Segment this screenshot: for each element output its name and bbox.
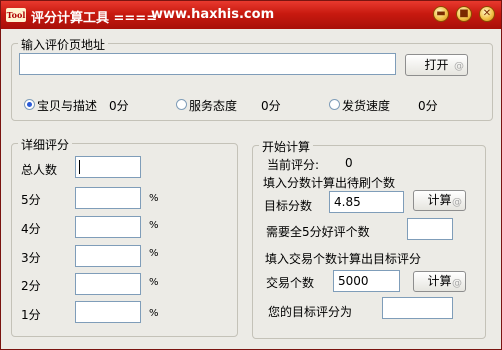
- score5-input[interactable]: [75, 187, 141, 209]
- calc-button-2[interactable]: 计算 @: [413, 271, 466, 292]
- current-score-value: 0: [345, 156, 353, 170]
- radio-service[interactable]: [176, 99, 187, 110]
- radio-label-service[interactable]: 服务态度: [189, 97, 237, 114]
- score2-label: 2分: [21, 279, 41, 293]
- radio-label-desc[interactable]: 宝贝与描述: [37, 97, 97, 114]
- target-score-label: 目标分数: [264, 199, 313, 213]
- swirl-icon: @: [454, 61, 464, 72]
- url-group-legend: 输入评价页地址: [18, 36, 109, 53]
- score2-unit: %: [149, 277, 159, 288]
- text-caret: [79, 160, 80, 174]
- trade-count-input[interactable]: 5000: [333, 270, 400, 292]
- score5-unit: %: [149, 193, 159, 204]
- radio-item-desc[interactable]: [24, 99, 35, 110]
- score2-input[interactable]: [75, 273, 141, 295]
- score3-label: 3分: [21, 251, 41, 265]
- url-input[interactable]: [19, 53, 396, 75]
- score4-label: 4分: [21, 222, 41, 236]
- section1-title: 填入分数计算出待刷个数: [263, 176, 396, 190]
- total-input[interactable]: [75, 156, 141, 178]
- calc-button-1-label: 计算: [427, 193, 452, 207]
- minimize-button[interactable]: ▬: [433, 6, 449, 22]
- radio-shipping[interactable]: [329, 99, 340, 110]
- swirl-icon: @: [452, 278, 462, 289]
- rating-value-shipping: 0分: [418, 99, 438, 113]
- score1-unit: %: [149, 308, 159, 319]
- app-icon: Tool: [6, 8, 26, 22]
- swirl-icon: @: [452, 197, 462, 208]
- section2-title: 填入交易个数计算出目标评分: [265, 252, 422, 266]
- score4-unit: %: [149, 220, 159, 231]
- app-window: Tool 评分计算工具 ==== www.haxhis.com ▬ ■ ✕ 输入…: [0, 0, 502, 350]
- close-button[interactable]: ✕: [479, 6, 495, 22]
- total-label: 总人数: [21, 163, 58, 177]
- result-score-label: 您的目标评分为: [268, 305, 353, 319]
- need-count-label: 需要全5分好评个数: [266, 225, 370, 239]
- current-score-label: 当前评分:: [267, 158, 320, 172]
- title-bar[interactable]: Tool 评分计算工具 ==== www.haxhis.com ▬ ■ ✕: [1, 1, 501, 29]
- score5-label: 5分: [21, 193, 41, 207]
- calc-group-legend: 开始计算: [259, 138, 314, 155]
- score3-input[interactable]: [75, 245, 141, 267]
- calc-button-1[interactable]: 计算 @: [413, 190, 466, 211]
- target-score-input[interactable]: 4.85: [329, 191, 404, 213]
- need-count-output[interactable]: [407, 218, 453, 240]
- score4-input[interactable]: [75, 216, 141, 238]
- open-button-label: 打开: [424, 58, 449, 72]
- radio-label-shipping[interactable]: 发货速度: [342, 97, 390, 114]
- score1-input[interactable]: [75, 301, 141, 323]
- trade-count-label: 交易个数: [266, 276, 315, 290]
- maximize-button[interactable]: ■: [456, 6, 472, 22]
- rating-value-service: 0分: [261, 99, 281, 113]
- result-score-output[interactable]: [382, 297, 453, 319]
- open-button[interactable]: 打开 @: [405, 54, 468, 76]
- score3-unit: %: [149, 248, 159, 259]
- title-url: www.haxhis.com: [151, 7, 275, 22]
- score1-label: 1分: [21, 308, 41, 322]
- detail-group-legend: 详细评分: [18, 136, 73, 153]
- calc-button-2-label: 计算: [427, 274, 452, 288]
- rating-value-desc: 0分: [109, 99, 129, 113]
- window-title: 评分计算工具 ====: [31, 11, 158, 26]
